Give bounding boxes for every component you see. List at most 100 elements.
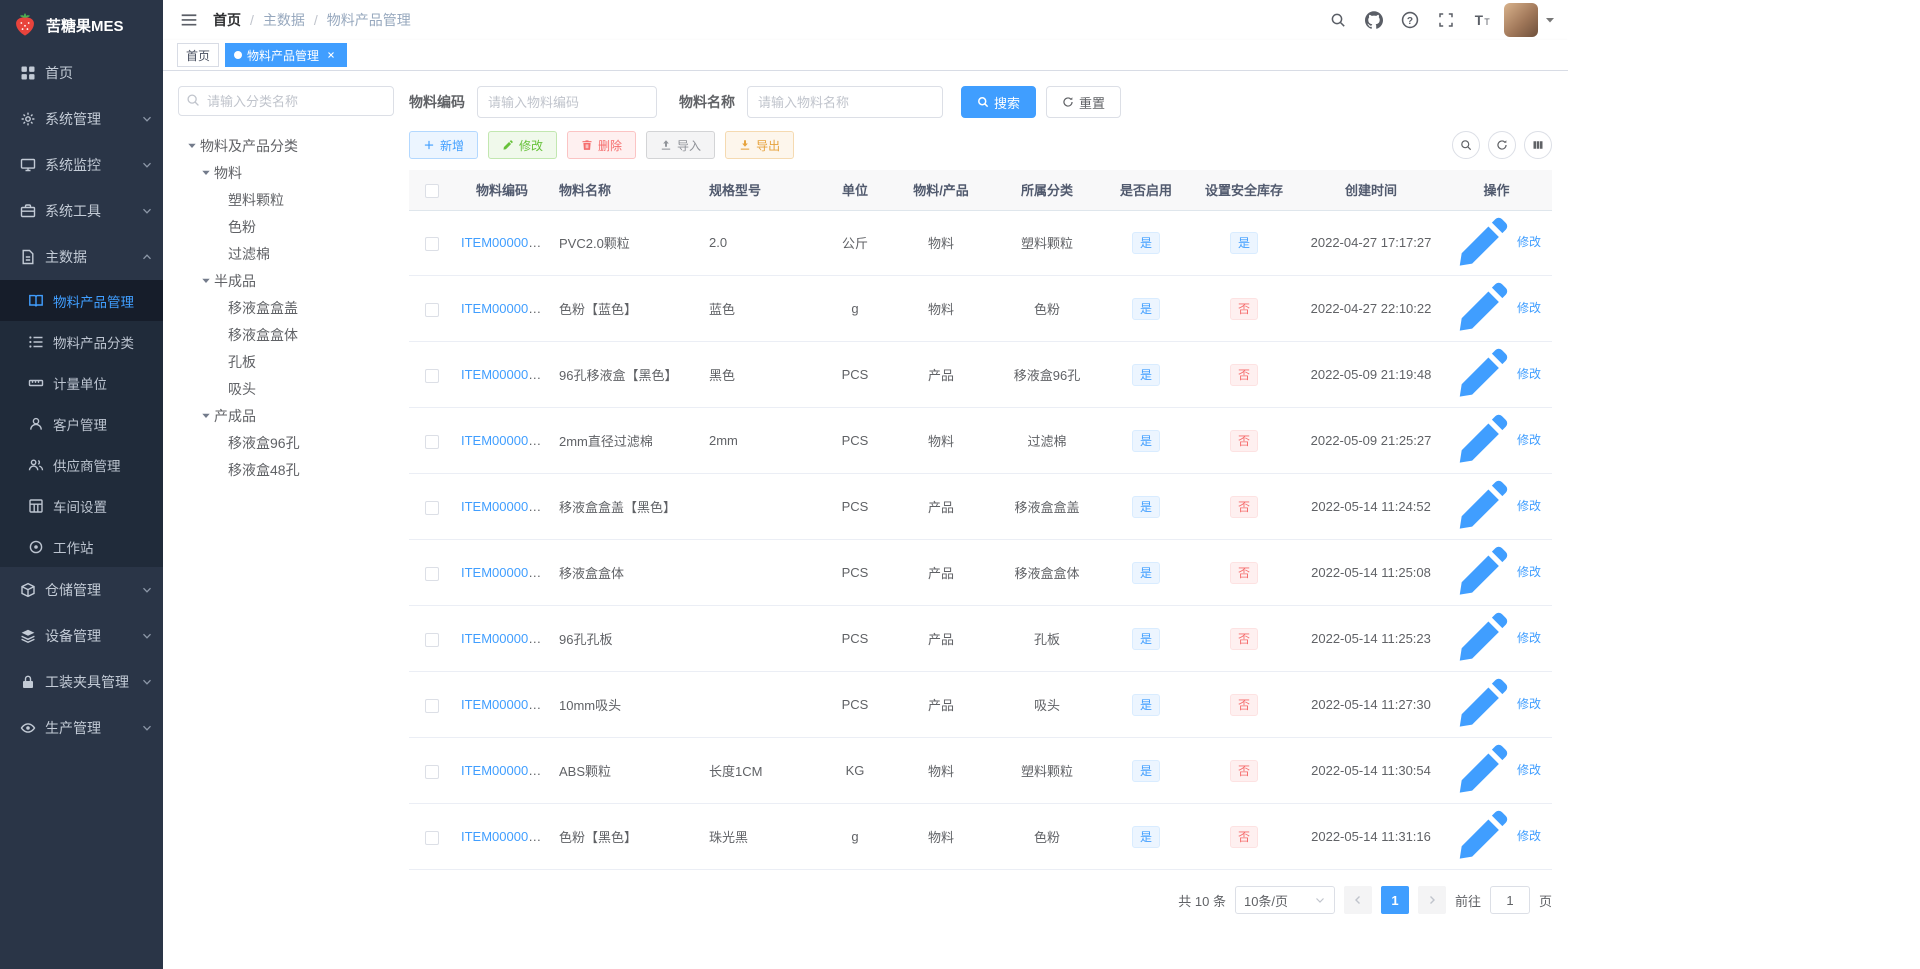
prev-page-button[interactable] — [1343, 886, 1372, 915]
import-button[interactable]: 导入 — [646, 131, 716, 159]
font-size-button[interactable]: T T — [1468, 5, 1496, 35]
sidebar-item[interactable]: 系统管理 — [0, 96, 163, 142]
material-code-link[interactable]: ITEM00000052 — [461, 565, 549, 580]
row-edit-link[interactable]: 修改 — [1452, 606, 1541, 668]
reset-button[interactable]: 重置 — [1046, 86, 1122, 118]
tree-node[interactable]: 移液盒48孔 — [178, 456, 394, 483]
sidebar-subitem[interactable]: 物料产品分类 — [0, 321, 163, 362]
page-number-button[interactable]: 1 — [1380, 886, 1409, 915]
chevron-left-icon — [1354, 896, 1360, 905]
tree-expand-caret-icon[interactable] — [184, 138, 200, 154]
material-code-link[interactable]: ITEM00000037 — [461, 235, 549, 250]
select-all-checkbox[interactable] — [425, 183, 439, 198]
sidebar-item[interactable]: 工装夹具管理 — [0, 659, 163, 705]
row-checkbox[interactable] — [425, 368, 439, 383]
tree-node[interactable]: 过滤棉 — [178, 240, 394, 267]
tree-node[interactable]: 移液盒96孔 — [178, 429, 394, 456]
row-edit-link[interactable]: 修改 — [1452, 540, 1541, 602]
search-button[interactable]: 搜索 — [961, 86, 1037, 118]
next-page-button[interactable] — [1417, 886, 1446, 915]
tab-home[interactable]: 首页 — [177, 43, 220, 67]
help-button[interactable]: ? — [1396, 5, 1424, 35]
row-checkbox[interactable] — [425, 302, 439, 317]
row-checkbox[interactable] — [425, 566, 439, 581]
material-code-link[interactable]: ITEM00000046 — [461, 367, 549, 382]
material-code-link[interactable]: ITEM00000049 — [461, 433, 549, 448]
goto-page-input[interactable] — [1489, 886, 1530, 915]
material-code-link[interactable]: ITEM00000051 — [461, 499, 549, 514]
tree-node[interactable]: 移液盒盒体 — [178, 321, 394, 348]
user-avatar[interactable] — [1504, 3, 1538, 37]
tree-node[interactable]: 半成品 — [178, 267, 394, 294]
row-edit-link[interactable]: 修改 — [1452, 342, 1541, 404]
sidebar-subitem[interactable]: 物料产品管理 — [0, 280, 163, 321]
row-edit-link[interactable]: 修改 — [1452, 738, 1541, 800]
material-code-link[interactable]: ITEM00000053 — [461, 631, 549, 646]
row-checkbox[interactable] — [425, 500, 439, 515]
refresh-table-button[interactable] — [1488, 131, 1516, 159]
material-code-link[interactable]: ITEM00000056 — [461, 829, 549, 844]
row-checkbox[interactable] — [425, 632, 439, 647]
tree-node[interactable]: 孔板 — [178, 348, 394, 375]
sidebar-subitem[interactable]: 计量单位 — [0, 362, 163, 403]
sidebar-item[interactable]: 主数据 — [0, 234, 163, 280]
enabled-badge: 是 — [1131, 561, 1160, 584]
sidebar-subitem[interactable]: 工作站 — [0, 526, 163, 567]
sidebar-item[interactable]: 首页 — [0, 50, 163, 96]
tree-expand-caret-icon[interactable] — [198, 165, 214, 181]
row-edit-link[interactable]: 修改 — [1452, 408, 1541, 470]
tree-node[interactable]: 移液盒盒盖 — [178, 294, 394, 321]
user-menu-button[interactable] — [1544, 14, 1556, 26]
tree-node[interactable]: 色粉 — [178, 213, 394, 240]
tree-node[interactable]: 塑料颗粒 — [178, 186, 394, 213]
tree-node[interactable]: 物料及产品分类 — [178, 132, 394, 159]
material-code-link[interactable]: ITEM00000041 — [461, 301, 549, 316]
sidebar-subitem[interactable]: 客户管理 — [0, 403, 163, 444]
fullscreen-button[interactable] — [1432, 5, 1460, 35]
row-checkbox[interactable] — [425, 236, 439, 251]
row-checkbox[interactable] — [425, 830, 439, 845]
add-button[interactable]: 新增 — [409, 131, 479, 159]
tree-node[interactable]: 产成品 — [178, 402, 394, 429]
sidebar-item[interactable]: 设备管理 — [0, 613, 163, 659]
material-code-input[interactable] — [477, 86, 657, 118]
row-edit-link[interactable]: 修改 — [1452, 474, 1541, 536]
row-edit-link[interactable]: 修改 — [1452, 672, 1541, 734]
github-link[interactable] — [1360, 5, 1388, 35]
row-checkbox[interactable] — [425, 764, 439, 779]
row-edit-link[interactable]: 修改 — [1452, 804, 1541, 866]
header-search-button[interactable] — [1324, 5, 1352, 35]
material-code-link[interactable]: ITEM00000054 — [461, 697, 549, 712]
eye-icon — [20, 720, 36, 736]
tree-node[interactable]: 吸头 — [178, 375, 394, 402]
row-checkbox[interactable] — [425, 434, 439, 449]
toggle-search-button[interactable] — [1452, 131, 1480, 159]
tree-node[interactable]: 物料 — [178, 159, 394, 186]
tab-material-product-management[interactable]: 物料产品管理 — [225, 43, 348, 67]
sidebar-item[interactable]: 生产管理 — [0, 705, 163, 751]
breadcrumb-item-master-data[interactable]: 主数据 — [263, 10, 305, 30]
material-name-cell: 移液盒盒盖【黑色】 — [549, 473, 699, 541]
category-search-input[interactable] — [178, 86, 394, 116]
row-edit-link[interactable]: 修改 — [1452, 276, 1541, 338]
edit-button[interactable]: 修改 — [488, 131, 558, 159]
sidebar-item[interactable]: 系统监控 — [0, 142, 163, 188]
row-checkbox[interactable] — [425, 698, 439, 713]
sidebar-item[interactable]: 系统工具 — [0, 188, 163, 234]
delete-button[interactable]: 删除 — [567, 131, 637, 159]
export-button[interactable]: 导出 — [725, 131, 795, 159]
tree-expand-caret-icon[interactable] — [198, 408, 214, 424]
logo[interactable]: 苦糖果MES — [0, 0, 163, 50]
material-name-input[interactable] — [747, 86, 943, 118]
page-size-select[interactable]: 10条/页 — [1234, 886, 1335, 915]
row-edit-link[interactable]: 修改 — [1452, 211, 1541, 273]
sidebar-subitem[interactable]: 供应商管理 — [0, 444, 163, 485]
breadcrumb-item-home[interactable]: 首页 — [213, 10, 241, 30]
tree-expand-caret-icon[interactable] — [198, 273, 214, 289]
tab-close-button[interactable] — [324, 48, 338, 62]
material-code-link[interactable]: ITEM00000055 — [461, 763, 549, 778]
column-settings-button[interactable] — [1524, 131, 1552, 159]
sidebar-subitem[interactable]: 车间设置 — [0, 485, 163, 526]
sidebar-toggle-button[interactable] — [175, 5, 203, 35]
sidebar-item[interactable]: 仓储管理 — [0, 567, 163, 613]
